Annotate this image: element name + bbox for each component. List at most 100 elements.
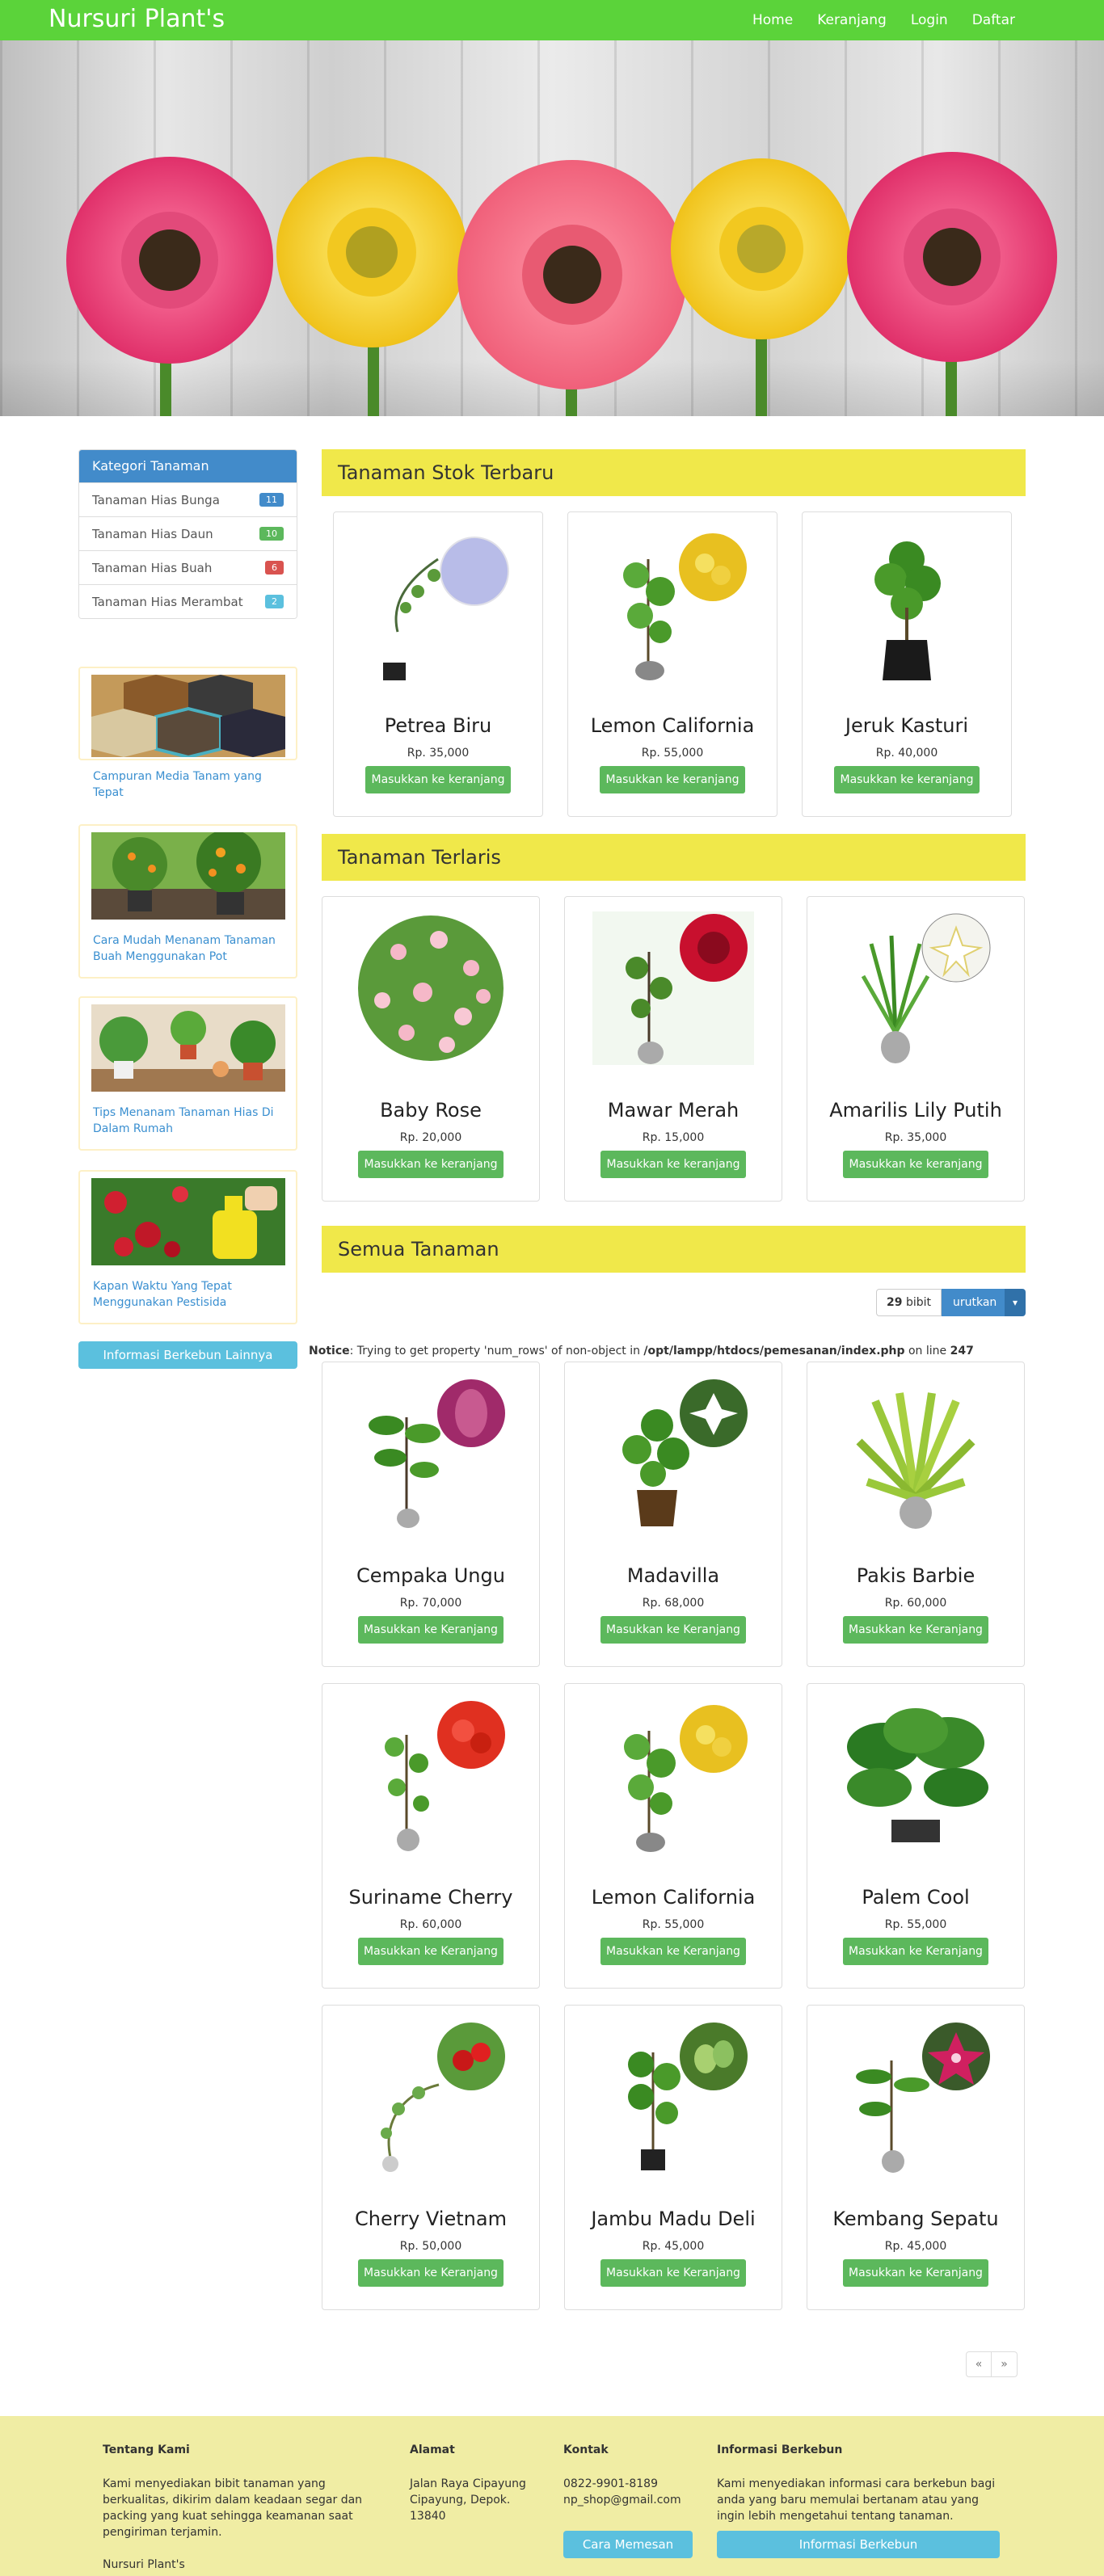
footer-about-sign: Nursuri Plant's (103, 2558, 185, 2571)
sort-button[interactable]: urutkan (941, 1289, 1005, 1316)
product-name[interactable]: Cherry Vietnam (322, 2208, 539, 2230)
product-price: Rp. 68,000 (642, 1597, 705, 1610)
product-name[interactable]: Baby Rose (322, 1099, 539, 1122)
footer-contact-title: Kontak (563, 2443, 609, 2456)
product-price: Rp. 60,000 (884, 1597, 947, 1610)
footer-address-text: Jalan Raya Cipayung Cipayung, Depok. 138… (410, 2477, 526, 2523)
category-panel: Kategori Tanaman Tanaman Hias Bunga 11 T… (78, 449, 297, 619)
add-to-cart-button[interactable]: Masukkan ke keranjang (365, 766, 511, 793)
pagination-next[interactable]: » (992, 2351, 1018, 2377)
product-card: Pakis Barbie Rp. 60,000 Masukkan ke Kera… (807, 1362, 1025, 1667)
article-thumbnail-image (91, 1178, 285, 1265)
product-image (385, 1701, 505, 1851)
add-to-cart-button[interactable]: Masukkan ke Keranjang (358, 2259, 504, 2287)
category-count-badge: 10 (259, 527, 284, 541)
nav-home[interactable]: Home (752, 12, 793, 28)
category-label: Tanaman Hias Merambat (92, 594, 243, 609)
product-card: Mawar Merah Rp. 15,000 Masukkan ke keran… (564, 896, 782, 1202)
footer-about-title: Tentang Kami (103, 2443, 190, 2456)
product-card: Palem Cool Rp. 55,000 Masukkan ke Keranj… (807, 1683, 1025, 1989)
footer-contact-email: np_shop@gmail.com (563, 2494, 681, 2507)
add-to-cart-button[interactable]: Masukkan ke keranjang (834, 766, 980, 793)
php-notice: Notice: Trying to get property 'num_rows… (309, 1345, 974, 1357)
add-to-cart-button[interactable]: Masukkan ke keranjang (600, 1151, 746, 1178)
category-header: Kategori Tanaman (79, 450, 297, 482)
category-item-merambat[interactable]: Tanaman Hias Merambat 2 (79, 584, 297, 618)
caret-down-icon[interactable]: ▾ (1004, 1289, 1026, 1316)
product-price: Rp. 45,000 (884, 2240, 947, 2253)
add-to-cart-button[interactable]: Masukkan ke keranjang (358, 1151, 504, 1178)
product-name[interactable]: Madavilla (565, 1564, 782, 1587)
category-label: Tanaman Hias Buah (92, 560, 213, 575)
nav-login[interactable]: Login (911, 12, 948, 28)
article-title[interactable]: Tips Menanam Tanaman Hias Di Dalam Rumah (93, 1105, 291, 1137)
product-name[interactable]: Petrea Biru (334, 714, 542, 737)
add-to-cart-button[interactable]: Masukkan ke keranjang (843, 1151, 988, 1178)
product-name[interactable]: Jambu Madu Deli (565, 2208, 782, 2230)
article-title[interactable]: Campuran Media Tanam yang Tepat (93, 768, 291, 801)
product-name[interactable]: Lemon California (565, 1886, 782, 1909)
footer-contact-phone: 0822-9901-8189 (563, 2477, 658, 2490)
product-price: Rp. 55,000 (884, 1918, 947, 1931)
product-image (861, 913, 991, 1063)
brand-logo[interactable]: Nursuri Plant's (48, 5, 225, 34)
nav-daftar[interactable]: Daftar (972, 12, 1015, 28)
article-card-tanaman-hias[interactable]: Tips Menanam Tanaman Hias Di Dalam Rumah (78, 996, 297, 1151)
add-to-cart-button[interactable]: Masukkan ke Keranjang (358, 1616, 504, 1644)
add-to-cart-button[interactable]: Masukkan ke Keranjang (600, 1938, 746, 1965)
category-label: Tanaman Hias Daun (92, 526, 213, 541)
footer-info: Informasi Berkebun Kami menyediakan info… (717, 2442, 996, 2524)
product-image (358, 915, 504, 1061)
product-image (847, 1708, 988, 1842)
product-name[interactable]: Jeruk Kasturi (803, 714, 1011, 737)
category-item-bunga[interactable]: Tanaman Hias Bunga 11 (79, 482, 297, 516)
footer-about-text: Kami menyediakan bibit tanaman yang berk… (103, 2477, 363, 2539)
add-to-cart-button[interactable]: Masukkan ke Keranjang (358, 1938, 504, 1965)
add-to-cart-button[interactable]: Masukkan ke Keranjang (600, 1616, 746, 1644)
article-title[interactable]: Cara Mudah Menanam Tanaman Buah Mengguna… (93, 932, 291, 965)
article-card-pestisida[interactable]: Kapan Waktu Yang Tepat Menggunakan Pesti… (78, 1170, 297, 1324)
product-price: Rp. 35,000 (407, 747, 470, 760)
product-card: Lemon California Rp. 55,000 Masukkan ke … (567, 511, 777, 817)
gardening-info-button[interactable]: Informasi Berkebun (717, 2531, 1000, 2558)
how-to-order-button[interactable]: Cara Memesan (563, 2531, 693, 2558)
product-image (369, 1379, 505, 1528)
product-name[interactable]: Cempaka Ungu (322, 1564, 539, 1587)
product-price: Rp. 50,000 (399, 2240, 462, 2253)
product-name[interactable]: Amarilis Lily Putih (807, 1099, 1024, 1122)
category-item-daun[interactable]: Tanaman Hias Daun 10 (79, 516, 297, 550)
article-title[interactable]: Kapan Waktu Yang Tepat Menggunakan Pesti… (93, 1278, 291, 1311)
product-name[interactable]: Suriname Cherry (322, 1886, 539, 1909)
product-count: 29 bibit (876, 1289, 942, 1316)
product-name[interactable]: Kembang Sepatu (807, 2208, 1024, 2230)
product-name[interactable]: Pakis Barbie (807, 1564, 1024, 1587)
add-to-cart-button[interactable]: Masukkan ke keranjang (600, 766, 745, 793)
navbar: Nursuri Plant's Home Keranjang Login Daf… (0, 0, 1104, 40)
category-item-buah[interactable]: Tanaman Hias Buah 6 (79, 550, 297, 584)
footer-info-title: Informasi Berkebun (717, 2443, 843, 2456)
product-image (856, 1392, 975, 1529)
product-image (383, 537, 509, 680)
product-price: Rp. 35,000 (884, 1131, 947, 1144)
add-to-cart-button[interactable]: Masukkan ke Keranjang (843, 1938, 988, 1965)
add-to-cart-button[interactable]: Masukkan ke Keranjang (843, 2259, 988, 2287)
article-thumbnail-image (91, 675, 285, 757)
article-card-media-tanam[interactable]: Campuran Media Tanam yang Tepat (78, 667, 297, 799)
article-card-tanaman-buah[interactable]: Cara Mudah Menanam Tanaman Buah Mengguna… (78, 824, 297, 979)
pagination-prev[interactable]: « (966, 2351, 992, 2377)
product-name[interactable]: Mawar Merah (565, 1099, 782, 1122)
nav-keranjang[interactable]: Keranjang (817, 12, 887, 28)
product-price: Rp. 55,000 (642, 1918, 705, 1931)
footer-about: Tentang Kami Kami menyediakan bibit tana… (103, 2442, 381, 2573)
product-name[interactable]: Lemon California (568, 714, 777, 737)
more-gardening-info-button[interactable]: Informasi Berkebun Lainnya (78, 1341, 297, 1369)
pagination: « » (966, 2351, 1018, 2377)
product-name[interactable]: Palem Cool (807, 1886, 1024, 1909)
product-image (592, 911, 754, 1065)
product-price: Rp. 70,000 (399, 1597, 462, 1610)
add-to-cart-button[interactable]: Masukkan ke Keranjang (843, 1616, 988, 1644)
product-card: Madavilla Rp. 68,000 Masukkan ke Keranja… (564, 1362, 782, 1667)
section-header-bestseller: Tanaman Terlaris (322, 834, 1026, 881)
category-label: Tanaman Hias Bunga (92, 492, 220, 507)
add-to-cart-button[interactable]: Masukkan ke Keranjang (600, 2259, 746, 2287)
